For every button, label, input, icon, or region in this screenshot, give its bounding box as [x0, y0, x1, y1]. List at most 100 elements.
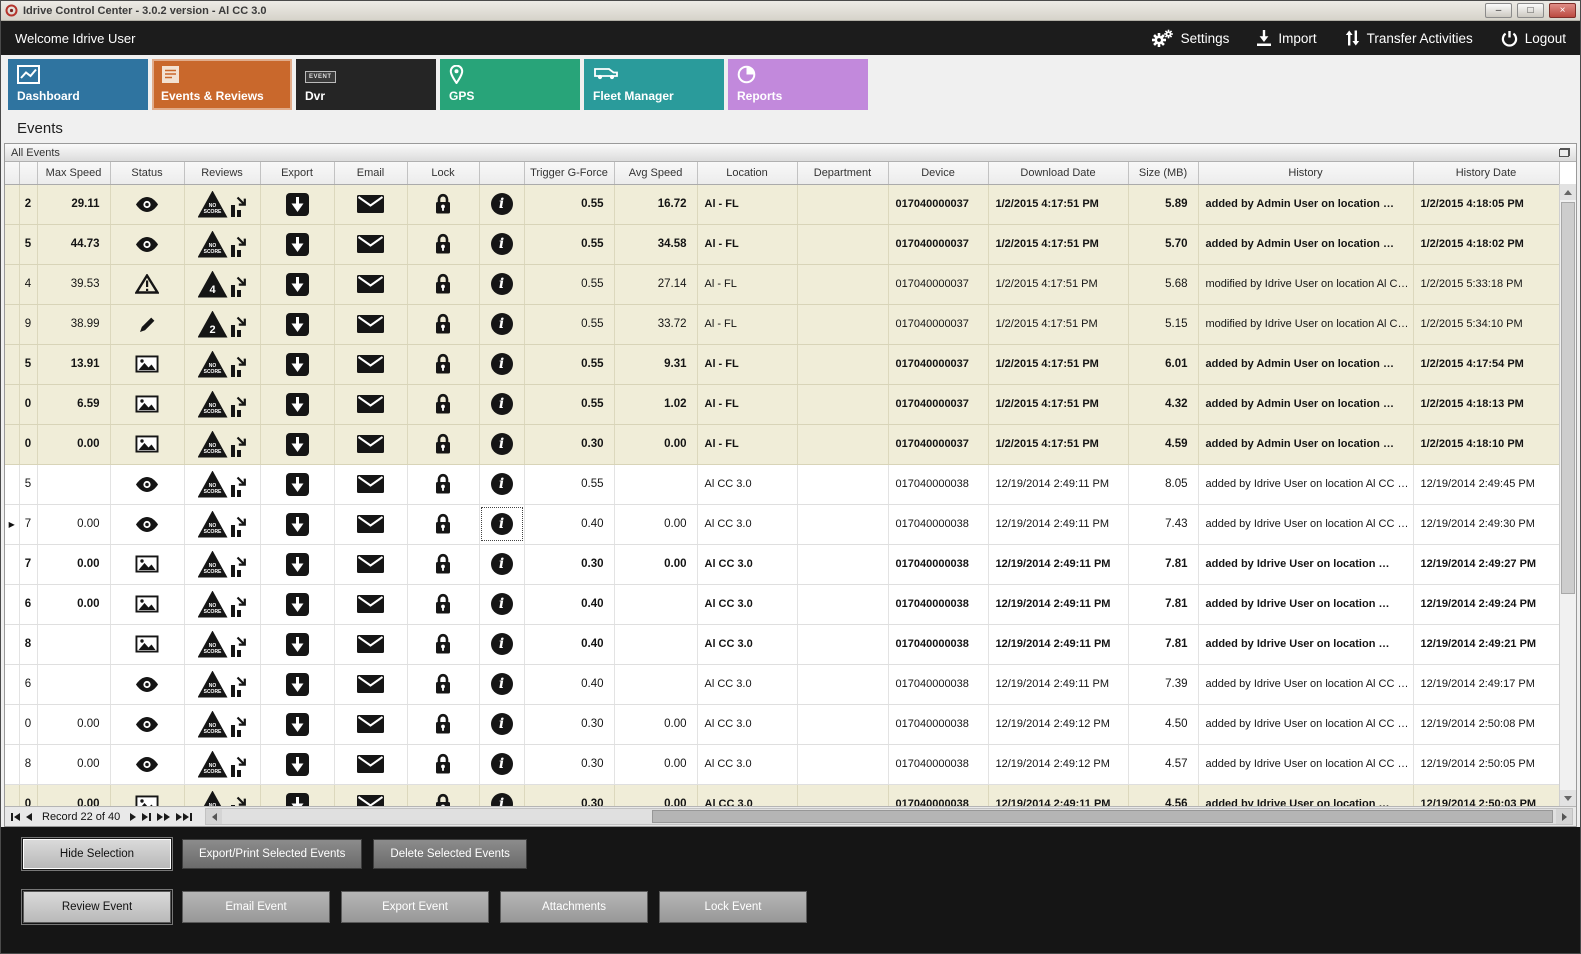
info-cell[interactable]: i	[479, 704, 524, 744]
email-cell[interactable]	[334, 224, 407, 264]
event-row[interactable]: 544.73NOSCOREi0.5534.58Al - FL0170400000…	[5, 224, 1559, 264]
info-cell[interactable]: i	[479, 664, 524, 704]
lock-cell[interactable]	[407, 624, 479, 664]
column-header[interactable]: Status	[110, 162, 184, 184]
event-row[interactable]: ▶70.00NOSCOREi0.400.00Al CC 3.0017040000…	[5, 504, 1559, 544]
status-cell[interactable]	[110, 504, 184, 544]
export-cell[interactable]	[260, 584, 334, 624]
email-cell[interactable]	[334, 504, 407, 544]
email-cell[interactable]	[334, 344, 407, 384]
export-cell[interactable]	[260, 344, 334, 384]
column-header[interactable]: Lock	[407, 162, 479, 184]
previous-record-button[interactable]	[23, 809, 35, 825]
event-row[interactable]: 00.00NOSCOREi0.300.00Al CC 3.00170400000…	[5, 704, 1559, 744]
email-cell[interactable]	[334, 424, 407, 464]
event-row[interactable]: 8NOSCOREi0.40Al CC 3.001704000003812/19/…	[5, 624, 1559, 664]
export-cell[interactable]	[260, 464, 334, 504]
status-cell[interactable]	[110, 464, 184, 504]
event-row[interactable]: 60.00NOSCOREi0.40Al CC 3.001704000003812…	[5, 584, 1559, 624]
event-row[interactable]: 80.00NOSCOREi0.300.00Al CC 3.00170400000…	[5, 744, 1559, 784]
email-event-button[interactable]: Email Event	[182, 891, 330, 923]
lock-cell[interactable]	[407, 184, 479, 224]
lock-cell[interactable]	[407, 304, 479, 344]
event-row[interactable]: 513.91NOSCOREi0.559.31Al - FL01704000003…	[5, 344, 1559, 384]
scroll-down-icon[interactable]	[1560, 790, 1576, 806]
status-cell[interactable]	[110, 544, 184, 584]
scroll-left-icon[interactable]	[206, 809, 222, 824]
column-header[interactable]: Trigger G-Force	[524, 162, 614, 184]
next-record-button[interactable]	[127, 809, 139, 825]
reviews-cell[interactable]: NOSCORE	[184, 544, 260, 584]
export-cell[interactable]	[260, 664, 334, 704]
export-cell[interactable]	[260, 504, 334, 544]
export-event-button[interactable]: Export Event	[341, 891, 489, 923]
info-cell[interactable]: i	[479, 784, 524, 806]
horizontal-scroll-thumb[interactable]	[652, 810, 1553, 823]
reviews-cell[interactable]: 2	[184, 304, 260, 344]
export-cell[interactable]	[260, 624, 334, 664]
lock-cell[interactable]	[407, 784, 479, 806]
next-page-button[interactable]	[154, 809, 173, 825]
tab-reports[interactable]: Reports	[728, 59, 868, 110]
column-header[interactable]: Location	[697, 162, 797, 184]
lock-cell[interactable]	[407, 664, 479, 704]
email-cell[interactable]	[334, 704, 407, 744]
export-print-selected-events-button[interactable]: Export/Print Selected Events	[182, 839, 362, 869]
tab-events-reviews[interactable]: Events & Reviews	[152, 59, 292, 110]
reviews-cell[interactable]: NOSCORE	[184, 624, 260, 664]
status-cell[interactable]	[110, 264, 184, 304]
status-cell[interactable]	[110, 384, 184, 424]
column-header[interactable]: History	[1198, 162, 1413, 184]
info-cell[interactable]: i	[479, 184, 524, 224]
info-cell[interactable]: i	[479, 464, 524, 504]
tab-fleet-manager[interactable]: Fleet Manager	[584, 59, 724, 110]
status-cell[interactable]	[110, 704, 184, 744]
event-row[interactable]: 5NOSCOREi0.55Al CC 3.001704000003812/19/…	[5, 464, 1559, 504]
email-cell[interactable]	[334, 784, 407, 806]
info-cell[interactable]: i	[479, 584, 524, 624]
lock-cell[interactable]	[407, 264, 479, 304]
email-cell[interactable]	[334, 624, 407, 664]
lock-cell[interactable]	[407, 584, 479, 624]
vertical-scroll-thumb[interactable]	[1561, 202, 1575, 594]
maximize-icon[interactable]: □	[1517, 3, 1544, 18]
column-header[interactable]	[19, 162, 37, 184]
lock-cell[interactable]	[407, 384, 479, 424]
reviews-cell[interactable]: NOSCORE	[184, 664, 260, 704]
lock-cell[interactable]	[407, 744, 479, 784]
column-header[interactable]: Department	[797, 162, 888, 184]
info-cell[interactable]: i	[479, 304, 524, 344]
column-header[interactable]: Max Speed	[37, 162, 110, 184]
export-cell[interactable]	[260, 424, 334, 464]
event-row[interactable]: 06.59NOSCOREi0.551.02Al - FL017040000037…	[5, 384, 1559, 424]
export-cell[interactable]	[260, 304, 334, 344]
email-cell[interactable]	[334, 384, 407, 424]
scroll-right-icon[interactable]	[1556, 809, 1572, 824]
scroll-up-icon[interactable]	[1560, 184, 1576, 200]
settings-button[interactable]: Settings	[1150, 29, 1230, 48]
status-cell[interactable]	[110, 624, 184, 664]
column-header[interactable]: Device	[888, 162, 988, 184]
import-button[interactable]: Import	[1257, 30, 1316, 46]
lock-cell[interactable]	[407, 544, 479, 584]
attachments-button[interactable]: Attachments	[500, 891, 648, 923]
vertical-scrollbar[interactable]	[1559, 184, 1576, 806]
status-cell[interactable]	[110, 744, 184, 784]
export-cell[interactable]	[260, 264, 334, 304]
info-cell[interactable]: i	[479, 384, 524, 424]
reviews-cell[interactable]: NOSCORE	[184, 384, 260, 424]
float-panel-icon[interactable]	[1559, 148, 1570, 157]
lock-cell[interactable]	[407, 344, 479, 384]
delete-selected-events-button[interactable]: Delete Selected Events	[373, 839, 527, 869]
status-cell[interactable]	[110, 224, 184, 264]
review-event-button[interactable]: Review Event	[23, 891, 171, 923]
reviews-cell[interactable]: NOSCORE	[184, 784, 260, 806]
reviews-cell[interactable]: NOSCORE	[184, 424, 260, 464]
info-cell[interactable]: i	[479, 544, 524, 584]
event-row[interactable]: 229.11NOSCOREi0.5516.72Al - FL0170400000…	[5, 184, 1559, 224]
column-header[interactable]: History Date	[1413, 162, 1559, 184]
lock-cell[interactable]	[407, 424, 479, 464]
first-record-button[interactable]	[8, 809, 23, 825]
column-header[interactable]	[5, 162, 19, 184]
export-cell[interactable]	[260, 784, 334, 806]
